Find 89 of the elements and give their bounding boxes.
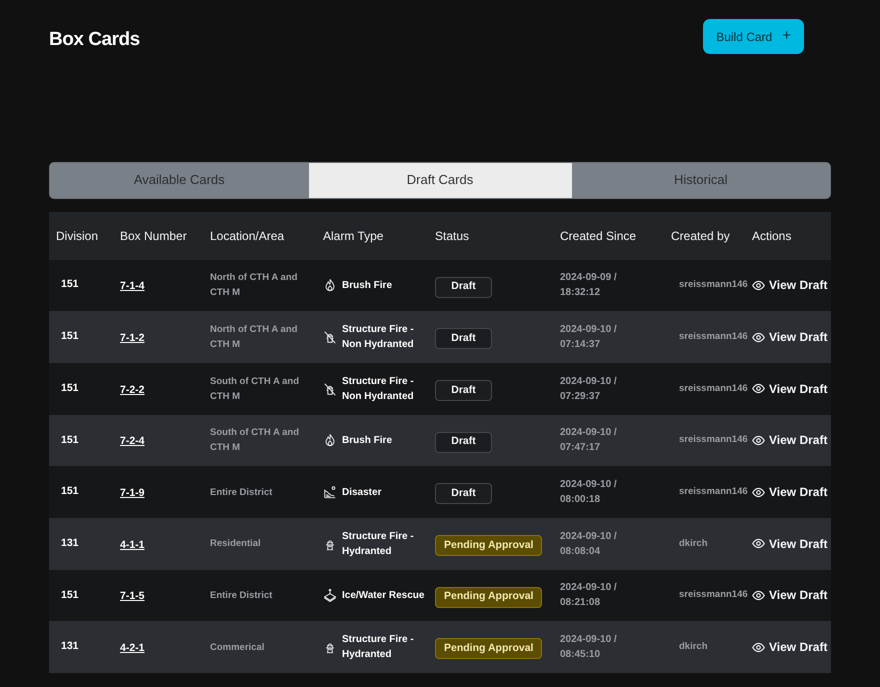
status-badge: Draft: [435, 328, 492, 350]
table-cell-text: 151: [60, 432, 80, 448]
table-cell-text: Structure Fire - Non Hydranted: [342, 323, 415, 352]
view-draft-button[interactable]: View Draft: [752, 380, 828, 398]
eye-icon: [752, 537, 765, 550]
table-cell-text: South of CTH A and CTH M: [210, 374, 300, 404]
table-cell-text: Structure Fire - Non Hydranted: [342, 374, 415, 404]
view-draft-button[interactable]: View Draft: [752, 328, 828, 346]
table-cell-text: Commerical: [210, 640, 266, 655]
table-cell-text: sreissmann146: [678, 588, 749, 602]
table-cell-text: 2024-09-10 / 08:45:10: [560, 633, 618, 662]
flame-icon: [323, 278, 337, 292]
table-cell-text: 151: [60, 484, 80, 500]
eye-icon: [752, 588, 765, 602]
column-header: Division: [56, 228, 100, 244]
status-badge: Draft: [435, 380, 492, 401]
column-header: Created by: [671, 228, 731, 244]
box-number-link[interactable]: 4-1-1: [120, 538, 145, 551]
table-cell-text: sreissmann146: [678, 433, 749, 448]
table-cell-text: Disaster: [342, 486, 382, 500]
table-cell-text: Ice/Water Rescue: [342, 588, 424, 603]
table-cell-text: 2024-09-10 / 08:21:08: [560, 581, 618, 610]
box-number-link[interactable]: 7-2-4: [120, 435, 145, 448]
table-cell-text: Brush Fire: [342, 278, 392, 293]
table-cell-text: Brush Fire: [342, 434, 392, 448]
box-number-link[interactable]: 7-1-4: [120, 280, 145, 292]
table-cell-text: Residential: [210, 537, 262, 552]
eye-icon: [752, 434, 765, 447]
table-cell-text: Structure Fire - Hydranted: [342, 633, 415, 662]
build-card-button[interactable]: Build Card +: [703, 19, 804, 54]
table-cell-text: North of CTH A and CTH M: [210, 323, 298, 352]
table-cell-text: sreissmann146: [678, 278, 749, 292]
eye-icon: [752, 330, 765, 344]
tab[interactable]: Draft Cards: [308, 162, 572, 198]
table-cell-text: South of CTH A and CTH M: [210, 426, 300, 456]
landslide-icon: [323, 485, 337, 500]
table-cell-text: 2024-09-10 / 08:08:04: [560, 530, 618, 559]
table-cell-text: Entire District: [210, 486, 274, 500]
table-cell-text: 2024-09-10 / 08:00:18: [560, 478, 618, 508]
box-number-link[interactable]: 7-1-5: [120, 590, 145, 602]
view-draft-button[interactable]: View Draft: [752, 431, 828, 450]
table-cell-text: sreissmann146: [678, 484, 749, 499]
column-header: Status: [435, 228, 470, 244]
table-cell-text: 151: [60, 329, 80, 344]
table-cell-text: 151: [60, 277, 80, 292]
eye-icon: [752, 278, 765, 292]
status-badge: Draft: [435, 276, 492, 298]
box-number-link[interactable]: 7-2-2: [120, 384, 145, 396]
box-number-link[interactable]: 4-2-1: [120, 642, 145, 654]
view-draft-button[interactable]: View Draft: [752, 534, 828, 553]
view-draft-button[interactable]: View Draft: [752, 638, 828, 656]
table-cell-text: 131: [60, 536, 80, 551]
view-draft-button[interactable]: View Draft: [752, 276, 828, 294]
eye-icon: [752, 486, 765, 499]
column-header: Alarm Type: [323, 228, 384, 244]
table-cell-text: Entire District: [210, 588, 274, 603]
eye-icon: [752, 640, 765, 654]
table-cell-text: 151: [60, 380, 80, 396]
eye-icon: [752, 382, 765, 396]
status-badge: Pending Approval: [435, 638, 542, 660]
table-cell-text: sreissmann146: [678, 330, 749, 344]
table-cell-text: dkirch: [678, 640, 709, 654]
table-cell-text: 2024-09-10 / 07:47:17: [560, 426, 618, 456]
page-title: Box Cards: [49, 28, 140, 52]
column-header: Box Number: [120, 228, 188, 244]
column-header: Created Since: [560, 228, 638, 244]
status-badge: Draft: [435, 432, 492, 453]
view-draft-button[interactable]: View Draft: [752, 586, 828, 604]
column-header: Location/Area: [210, 228, 286, 244]
flame-icon: [323, 433, 337, 448]
crossed-hydrant-icon: [323, 382, 337, 396]
table-cell-text: 2024-09-10 / 07:29:37: [560, 374, 618, 404]
view-draft-button[interactable]: View Draft: [752, 483, 828, 502]
table-cell-text: 131: [60, 639, 80, 654]
table-cell-text: Structure Fire - Hydranted: [342, 530, 415, 559]
crossed-hydrant-icon: [323, 330, 337, 344]
table-cell-text: North of CTH A and CTH M: [210, 271, 298, 300]
status-badge: Draft: [435, 483, 492, 504]
table-cell-text: sreissmann146: [678, 382, 749, 396]
table-cell-text: 151: [60, 588, 80, 603]
table-cell-text: 2024-09-10 / 07:14:37: [560, 323, 618, 352]
table-cell-text: dkirch: [678, 536, 709, 551]
plus-icon: +: [782, 25, 791, 48]
box-number-link[interactable]: 7-1-9: [120, 487, 145, 500]
column-header: Actions: [752, 228, 792, 244]
table-cell-text: 2024-09-09 / 18:32:12: [560, 271, 618, 300]
box-number-link[interactable]: 7-1-2: [120, 332, 145, 344]
status-badge: Pending Approval: [435, 586, 542, 608]
status-badge: Pending Approval: [435, 534, 542, 556]
